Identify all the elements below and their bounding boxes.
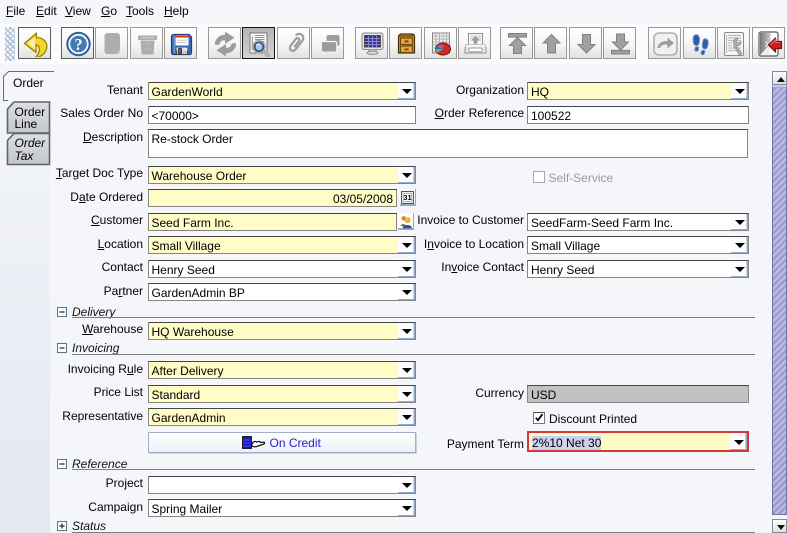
svg-text:?: ? — [74, 35, 82, 54]
svg-text:31: 31 — [403, 193, 411, 202]
